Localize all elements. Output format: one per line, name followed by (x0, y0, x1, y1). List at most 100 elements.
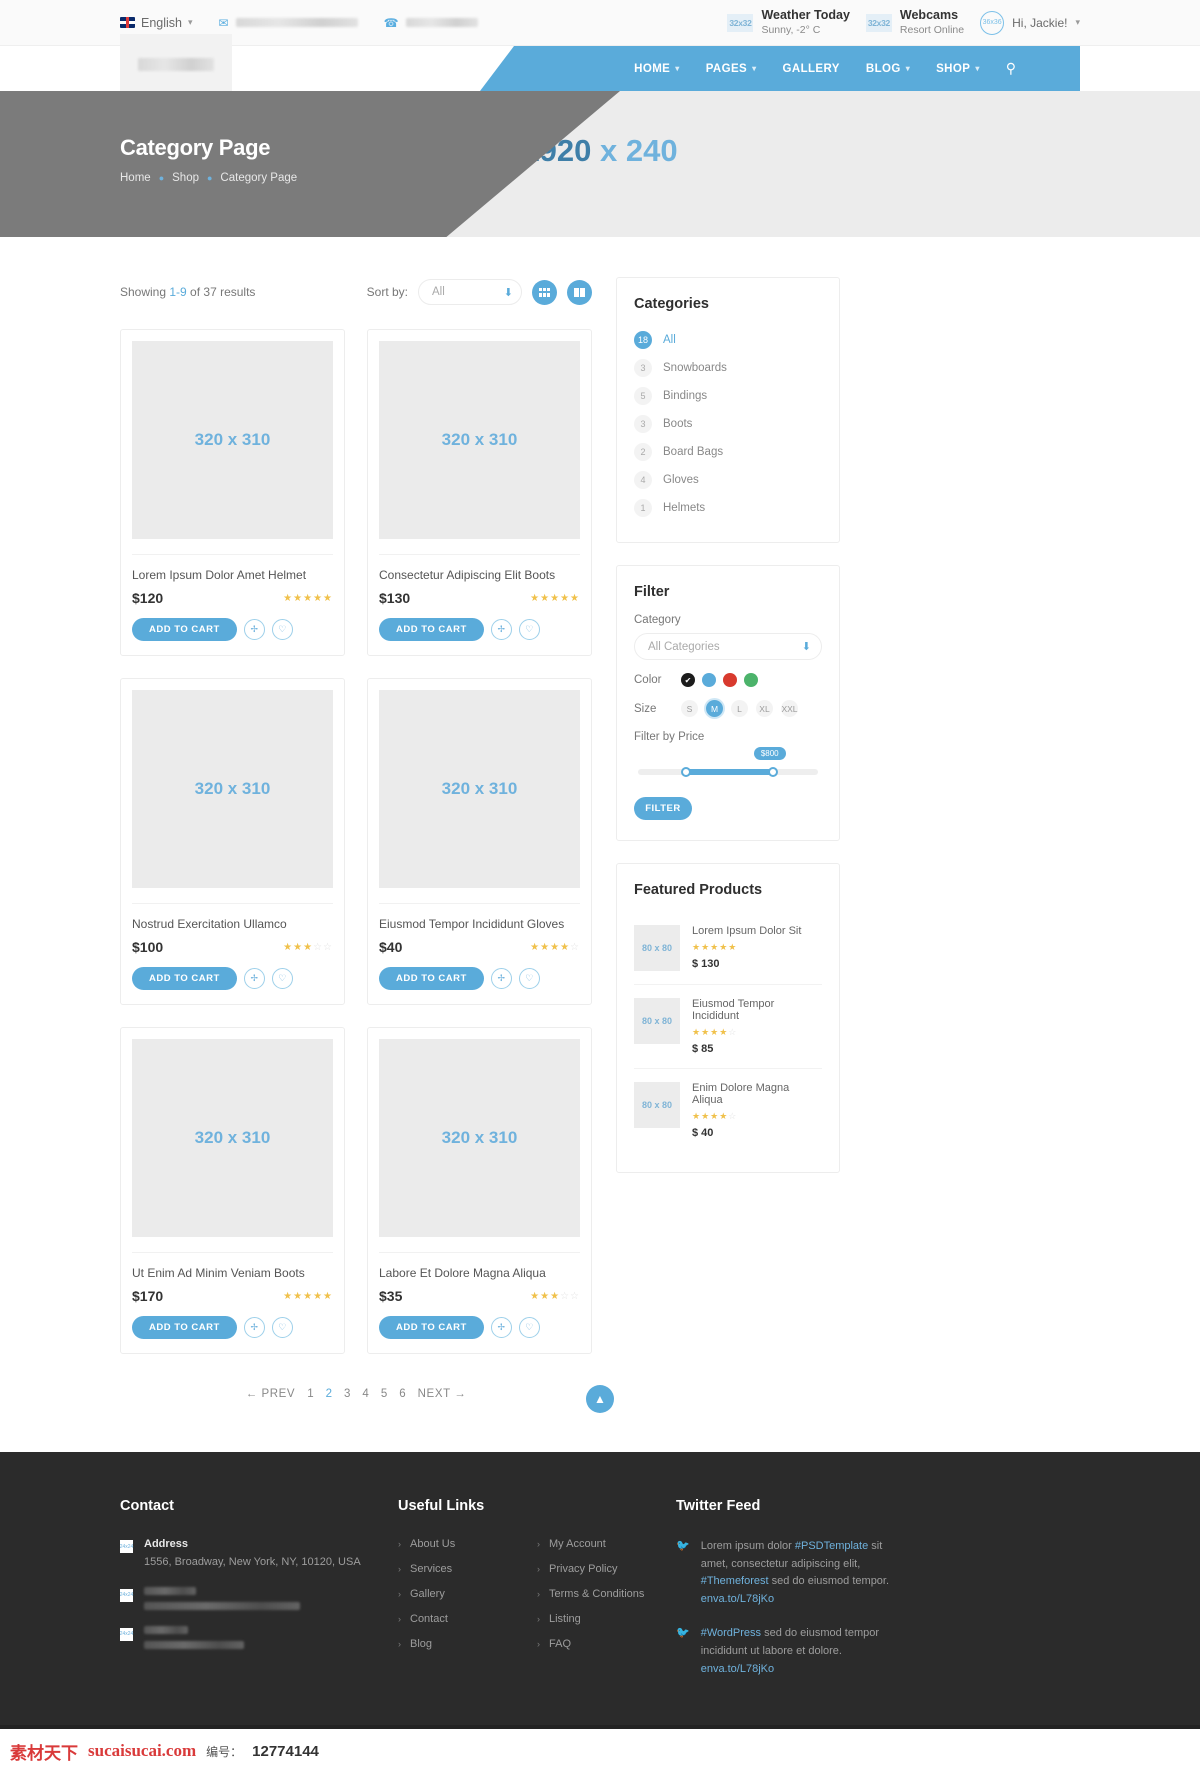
filter-category-select[interactable]: All Categories ⬇ (634, 633, 822, 660)
search-icon[interactable]: ⚲ (1006, 60, 1016, 77)
filter-button[interactable]: FILTER (634, 797, 692, 820)
footer-link[interactable]: › My Account (537, 1538, 646, 1550)
color-swatch[interactable] (744, 673, 758, 687)
nav-item-gallery[interactable]: GALLERY (783, 63, 840, 75)
product-card[interactable]: 320 x 310 Labore Et Dolore Magna Aliqua … (367, 1027, 592, 1354)
product-name[interactable]: Ut Enim Ad Minim Veniam Boots (132, 1252, 333, 1280)
quick-view-icon[interactable]: ✢ (490, 619, 512, 640)
category-item[interactable]: 3 Boots (634, 410, 822, 438)
size-option[interactable]: M (706, 700, 723, 717)
add-to-cart-button[interactable]: ADD TO CART (132, 618, 237, 641)
pagination-next[interactable]: NEXT → (418, 1388, 467, 1400)
product-card[interactable]: 320 x 310 Consectetur Adipiscing Elit Bo… (367, 329, 592, 656)
nav-item-pages[interactable]: PAGES ▾ (706, 63, 757, 75)
category-count: 3 (634, 415, 652, 433)
nav-item-home[interactable]: HOME ▾ (634, 63, 680, 75)
size-option[interactable]: XXL (781, 700, 798, 717)
pagination-page-1[interactable]: 1 (307, 1388, 313, 1400)
chevron-down-icon: ▾ (905, 64, 911, 73)
add-to-cart-button[interactable]: ADD TO CART (132, 1316, 237, 1339)
pagination-page-6[interactable]: 6 (399, 1388, 405, 1400)
pagination-page-2[interactable]: 2 (326, 1388, 332, 1400)
breadcrumb-home[interactable]: Home (120, 172, 151, 184)
language-selector[interactable]: English ▾ (120, 16, 193, 30)
featured-product[interactable]: 80 x 80 Lorem Ipsum Dolor Sit ★★★★★ $ 13… (634, 912, 822, 985)
wishlist-heart-icon[interactable]: ♡ (518, 619, 540, 640)
product-name[interactable]: Lorem Ipsum Dolor Amet Helmet (132, 554, 333, 582)
product-name[interactable]: Nostrud Exercitation Ullamco (132, 903, 333, 931)
price-slider-handle-max[interactable] (767, 767, 778, 777)
size-option[interactable]: L (731, 700, 748, 717)
footer-link[interactable]: › Services (398, 1563, 507, 1575)
footer-link[interactable]: › Contact (398, 1613, 507, 1625)
wishlist-heart-icon[interactable]: ♡ (518, 968, 540, 989)
list-view-button[interactable] (567, 279, 592, 305)
product-card[interactable]: 320 x 310 Lorem Ipsum Dolor Amet Helmet … (120, 329, 345, 656)
add-to-cart-button[interactable]: ADD TO CART (379, 618, 484, 641)
product-card[interactable]: 320 x 310 Nostrud Exercitation Ullamco $… (120, 678, 345, 1005)
product-name[interactable]: Consectetur Adipiscing Elit Boots (379, 554, 580, 582)
tweet-hashtag[interactable]: #WordPress (701, 1627, 761, 1639)
tweet-link[interactable]: enva.to/L78jKo (701, 1663, 774, 1675)
footer-link[interactable]: › Gallery (398, 1588, 507, 1600)
category-item[interactable]: 1 Helmets (634, 494, 822, 522)
quick-view-icon[interactable]: ✢ (490, 1317, 512, 1338)
wishlist-heart-icon[interactable]: ♡ (271, 619, 293, 640)
product-card[interactable]: 320 x 310 Eiusmod Tempor Incididunt Glov… (367, 678, 592, 1005)
category-item[interactable]: 2 Board Bags (634, 438, 822, 466)
category-item[interactable]: 18 All (634, 326, 822, 354)
breadcrumb-shop[interactable]: Shop (172, 172, 199, 184)
email-contact[interactable]: ✉ (219, 16, 358, 30)
color-swatch[interactable]: ✔ (681, 673, 695, 687)
color-swatch[interactable] (702, 673, 716, 687)
webcams-widget[interactable]: 32x32 Webcams Resort Online (865, 8, 964, 37)
footer-link[interactable]: › Terms & Conditions (537, 1588, 646, 1600)
footer-link[interactable]: › Blog (398, 1638, 507, 1650)
tweet-link[interactable]: enva.to/L78jKo (701, 1593, 774, 1605)
color-swatch[interactable] (723, 673, 737, 687)
footer-link[interactable]: › About Us (398, 1538, 507, 1550)
footer-contact-title: Contact (120, 1498, 174, 1514)
price-slider-handle-min[interactable] (681, 767, 692, 777)
pagination-page-4[interactable]: 4 (362, 1388, 368, 1400)
wishlist-heart-icon[interactable]: ♡ (271, 1317, 293, 1338)
quick-view-icon[interactable]: ✢ (243, 1317, 265, 1338)
phone-contact[interactable]: ☎ (384, 16, 478, 30)
wishlist-heart-icon[interactable]: ♡ (271, 968, 293, 989)
footer-link[interactable]: › Listing (537, 1613, 646, 1625)
pagination-page-3[interactable]: 3 (344, 1388, 350, 1400)
price-slider[interactable]: $800 (638, 747, 818, 777)
quick-view-icon[interactable]: ✢ (243, 619, 265, 640)
footer-link[interactable]: › Privacy Policy (537, 1563, 646, 1575)
product-card[interactable]: 320 x 310 Ut Enim Ad Minim Veniam Boots … (120, 1027, 345, 1354)
add-to-cart-button[interactable]: ADD TO CART (132, 967, 237, 990)
product-name[interactable]: Eiusmod Tempor Incididunt Gloves (379, 903, 580, 931)
grid-view-button[interactable] (532, 279, 557, 305)
quick-view-icon[interactable]: ✢ (490, 968, 512, 989)
pagination-prev[interactable]: ← PREV (246, 1388, 296, 1400)
filter-size-row: Size S M L XL XXL (634, 700, 822, 717)
featured-product[interactable]: 80 x 80 Enim Dolore Magna Aliqua ★★★★☆ $… (634, 1069, 822, 1152)
site-logo[interactable] (120, 34, 232, 94)
wishlist-heart-icon[interactable]: ♡ (518, 1317, 540, 1338)
user-menu[interactable]: 36x36 Hi, Jackie! ▾ (980, 10, 1080, 35)
product-name[interactable]: Labore Et Dolore Magna Aliqua (379, 1252, 580, 1280)
quick-view-icon[interactable]: ✢ (243, 968, 265, 989)
category-item[interactable]: 4 Gloves (634, 466, 822, 494)
footer-link[interactable]: › FAQ (537, 1638, 646, 1650)
add-to-cart-button[interactable]: ADD TO CART (379, 1316, 484, 1339)
nav-item-shop[interactable]: SHOP ▾ (936, 63, 980, 75)
category-item[interactable]: 5 Bindings (634, 382, 822, 410)
tweet-hashtag[interactable]: #Themeforest (701, 1575, 769, 1587)
pagination-page-5[interactable]: 5 (381, 1388, 387, 1400)
category-item[interactable]: 3 Snowboards (634, 354, 822, 382)
sort-select[interactable]: All ⬇ (418, 279, 522, 305)
add-to-cart-button[interactable]: ADD TO CART (379, 967, 484, 990)
weather-widget[interactable]: 32x32 Weather Today Sunny, -2° C (727, 8, 850, 37)
scroll-top-button[interactable]: ▲ (586, 1385, 614, 1413)
nav-item-blog[interactable]: BLOG ▾ (866, 63, 910, 75)
tweet-hashtag[interactable]: #PSDTemplate (795, 1540, 868, 1552)
size-option[interactable]: S (681, 700, 698, 717)
size-option[interactable]: XL (756, 700, 773, 717)
featured-product[interactable]: 80 x 80 Eiusmod Tempor Incididunt ★★★★☆ … (634, 985, 822, 1069)
